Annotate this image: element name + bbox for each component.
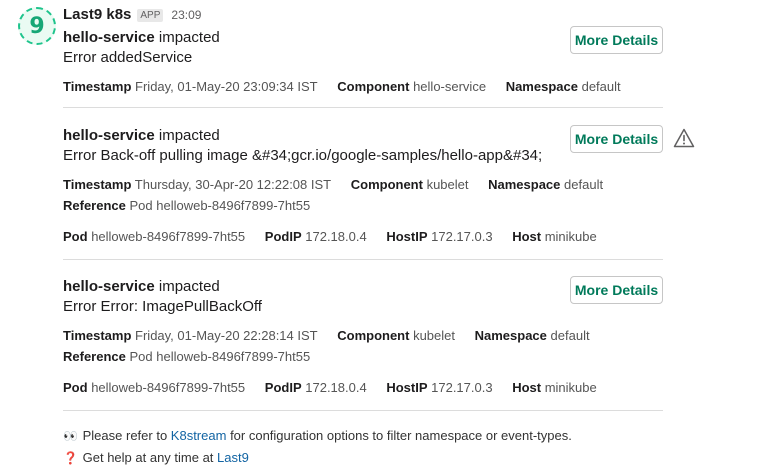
field-label: Pod — [63, 380, 88, 395]
field-value: minikube — [544, 380, 597, 395]
event-status: impacted — [158, 29, 220, 46]
field-label: Component — [350, 177, 423, 192]
field-value: default — [581, 79, 621, 94]
event-fields: Timestamp Friday, 01-May-20 23:09:34 IST… — [63, 79, 663, 94]
divider — [63, 259, 663, 260]
footer-text: Get help at any time at — [82, 450, 214, 465]
message-header: Last9 k8s APP 23:09 — [63, 6, 201, 23]
field-value: helloweb-8496f7899-7ht55 — [91, 229, 246, 244]
footer-text: for configuration options to filter name… — [230, 428, 572, 443]
service-name: hello-service — [63, 278, 155, 295]
event-pod-fields: Pod helloweb-8496f7899-7ht55 PodIP 172.1… — [63, 229, 663, 244]
event-status: impacted — [158, 127, 220, 144]
field-value: hello-service — [413, 79, 487, 94]
service-name: hello-service — [63, 29, 155, 46]
field-value: Friday, 01-May-20 22:28:14 IST — [135, 328, 318, 343]
field-value: default — [564, 177, 604, 192]
field-value: 172.18.0.4 — [305, 229, 367, 244]
field-label: Component — [337, 328, 410, 343]
app-avatar[interactable]: 9 — [18, 7, 56, 45]
more-details-button[interactable]: More Details — [570, 125, 663, 153]
field-value: 172.17.0.3 — [431, 229, 493, 244]
field-label: HostIP — [386, 380, 428, 395]
field-value: kubelet — [413, 328, 455, 343]
field-label: Reference — [63, 349, 126, 364]
field-label: Namespace — [505, 79, 578, 94]
field-label: Namespace — [474, 328, 547, 343]
field-value: 172.18.0.4 — [305, 380, 367, 395]
event-fields: Timestamp Thursday, 30-Apr-20 12:22:08 I… — [63, 177, 663, 192]
k8stream-link[interactable]: K8stream — [171, 428, 227, 443]
field-value: 172.17.0.3 — [431, 380, 493, 395]
divider — [63, 107, 663, 108]
more-details-button[interactable]: More Details — [570, 26, 663, 54]
event-reference: Reference Pod helloweb-8496f7899-7ht55 — [63, 349, 663, 364]
field-label: Host — [512, 229, 542, 244]
question-icon: ❓ — [63, 451, 78, 465]
field-label: Namespace — [488, 177, 561, 192]
more-details-button[interactable]: More Details — [570, 276, 663, 304]
footer-config-note: 👀 Please refer to K8stream for configura… — [63, 428, 572, 443]
field-label: Reference — [63, 198, 126, 213]
footer-text: Please refer to — [82, 428, 168, 443]
event-reference: Reference Pod helloweb-8496f7899-7ht55 — [63, 198, 663, 213]
service-name: hello-service — [63, 127, 155, 144]
field-value: Pod helloweb-8496f7899-7ht55 — [129, 349, 311, 364]
field-label: PodIP — [264, 229, 302, 244]
app-badge: APP — [137, 9, 164, 22]
footer-help-note: ❓ Get help at any time at Last9 — [63, 450, 249, 465]
field-label: Timestamp — [63, 177, 132, 192]
warning-triangle-icon[interactable] — [673, 128, 695, 148]
field-value: Thursday, 30-Apr-20 12:22:08 IST — [134, 177, 332, 192]
field-label: Timestamp — [63, 328, 132, 343]
field-label: Timestamp — [63, 79, 132, 94]
event-pod-fields: Pod helloweb-8496f7899-7ht55 PodIP 172.1… — [63, 380, 663, 395]
field-value: Pod helloweb-8496f7899-7ht55 — [129, 198, 311, 213]
message-time[interactable]: 23:09 — [171, 8, 201, 22]
field-label: Component — [337, 79, 410, 94]
field-value: kubelet — [426, 177, 469, 192]
field-label: Pod — [63, 229, 88, 244]
field-value: helloweb-8496f7899-7ht55 — [91, 380, 246, 395]
divider — [63, 410, 663, 411]
event-fields: Timestamp Friday, 01-May-20 22:28:14 IST… — [63, 328, 663, 343]
field-label: Host — [512, 380, 542, 395]
sender-name[interactable]: Last9 k8s — [63, 6, 131, 23]
last9-link[interactable]: Last9 — [217, 450, 249, 465]
field-value: Friday, 01-May-20 23:09:34 IST — [135, 79, 318, 94]
field-label: PodIP — [264, 380, 302, 395]
field-value: minikube — [544, 229, 597, 244]
eyes-icon: 👀 — [63, 429, 78, 443]
field-label: HostIP — [386, 229, 428, 244]
last9-logo-icon: 9 — [29, 13, 45, 39]
field-value: default — [550, 328, 590, 343]
event-status: impacted — [158, 278, 220, 295]
